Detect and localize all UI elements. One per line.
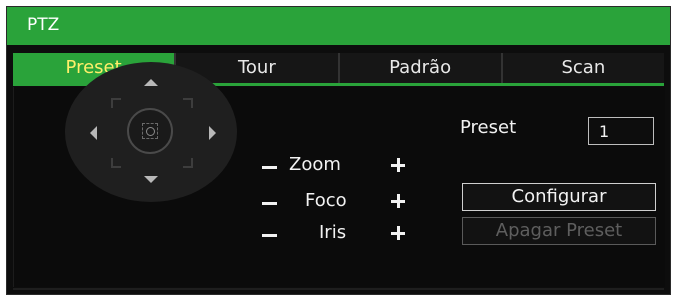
iris-label: Iris [319,222,347,243]
zoom-out-button[interactable] [262,166,277,169]
zoom-in-button[interactable] [391,158,405,172]
arrow-right-icon [209,126,216,140]
tab-scan[interactable]: Scan [500,53,664,83]
pan-down-right-button[interactable] [183,158,193,168]
focus-minus-button[interactable] [262,202,277,205]
preset-number-input[interactable] [588,117,654,145]
focus-control: Foco [262,189,412,217]
arrow-up-icon [144,79,158,86]
zoom-label: Zoom [289,154,341,175]
pan-up-button[interactable] [141,76,161,90]
window-title: PTZ [27,15,60,35]
pan-right-button[interactable] [206,123,220,143]
focus-label: Foco [305,190,347,211]
arrow-left-icon [90,126,97,140]
center-zoom-button[interactable] [127,108,173,154]
iris-plus-button[interactable] [391,226,405,240]
pan-up-right-button[interactable] [183,98,193,108]
panel-bottom-border [13,288,664,290]
title-bar: PTZ [7,7,670,45]
tab-pattern[interactable]: Padrão [337,53,501,83]
configure-button[interactable]: Configurar [462,183,656,211]
magnifier-icon [142,123,158,139]
pan-down-button[interactable] [141,173,161,187]
preset-number-label: Preset [460,117,517,138]
pan-left-button[interactable] [87,123,101,143]
arrow-down-icon [144,176,158,183]
pan-up-left-button[interactable] [111,98,121,108]
iris-minus-button[interactable] [262,234,277,237]
pan-down-left-button[interactable] [111,158,121,168]
zoom-control: Zoom [262,153,412,181]
delete-preset-button[interactable]: Apagar Preset [462,217,656,245]
focus-plus-button[interactable] [391,194,405,208]
iris-control: Iris [262,221,412,249]
direction-pad [65,62,237,202]
ptz-window: PTZ Preset Tour Padrão Scan Zoom Foco Ir… [6,6,671,295]
